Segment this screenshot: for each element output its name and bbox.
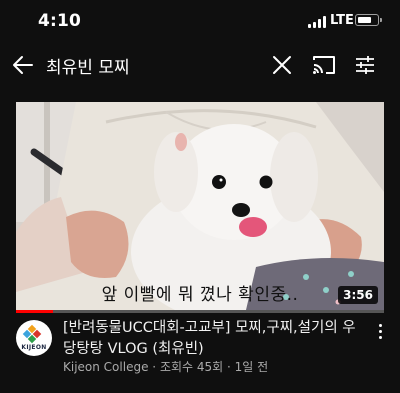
status-time: 4:10 bbox=[38, 11, 82, 31]
video-caption: 앞 이빨에 뭐 꼈나 확인중.. bbox=[101, 285, 299, 305]
close-icon[interactable] bbox=[272, 55, 292, 75]
thumbnail-image bbox=[16, 102, 384, 310]
back-arrow-icon[interactable] bbox=[12, 54, 34, 76]
battery-icon bbox=[355, 14, 382, 26]
upload-age: 1일 전 bbox=[234, 360, 269, 374]
video-thumbnail[interactable]: 앞 이빨에 뭐 꼈나 확인중.. 3:56 bbox=[16, 102, 384, 310]
watch-progress-bar bbox=[16, 310, 384, 313]
meta-separator: · bbox=[152, 360, 157, 374]
channel-avatar[interactable]: KIJEON bbox=[16, 320, 52, 356]
duration-badge: 3:56 bbox=[338, 286, 378, 304]
cast-icon[interactable] bbox=[312, 55, 336, 75]
video-meta: Kijeon College · 조회수 45회 · 1일 전 bbox=[63, 358, 268, 375]
more-vertical-icon[interactable] bbox=[374, 322, 388, 342]
channel-avatar-label: KIJEON bbox=[21, 344, 47, 351]
search-query[interactable]: 최유빈 모찌 bbox=[46, 53, 130, 78]
filter-sliders-icon[interactable] bbox=[354, 54, 376, 76]
search-bar: 최유빈 모찌 bbox=[0, 44, 400, 86]
video-title[interactable]: [반려동물UCC대회-고교부] 모찌,구찌,설기의 우당탕탕 VLOG (최유빈… bbox=[63, 318, 363, 360]
status-bar: 4:10 LTE bbox=[0, 0, 400, 44]
network-type: LTE bbox=[330, 13, 354, 28]
watch-progress-fill bbox=[16, 310, 53, 313]
view-count: 조회수 45회 bbox=[159, 360, 224, 374]
channel-name[interactable]: Kijeon College bbox=[63, 360, 148, 374]
meta-separator: · bbox=[227, 360, 231, 374]
signal-icon bbox=[308, 16, 326, 28]
